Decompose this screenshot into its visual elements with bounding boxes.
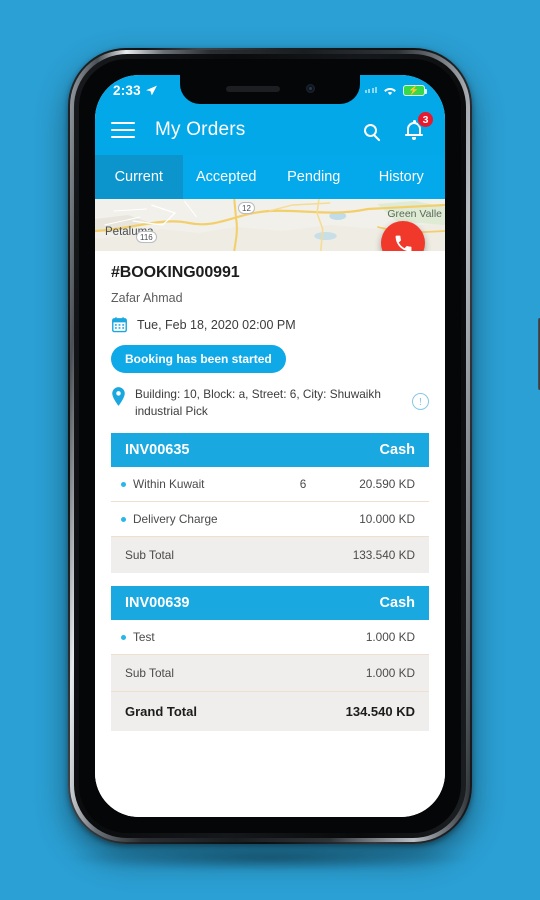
map-preview[interactable]: Petaluma Green Valle 12 116 (95, 199, 445, 251)
map-route-shield-12: 12 (238, 202, 255, 214)
phone-screen: 2:33 ⚡ My Orders 3 Current Accepted Pend… (95, 75, 445, 817)
subtotal-label: Sub Total (125, 666, 174, 680)
table-row: Test 1.000 KD (111, 620, 429, 655)
invoice-block: INV00635 Cash Within Kuwait 6 20.590 KD … (111, 433, 429, 573)
grand-total-label: Grand Total (125, 704, 197, 719)
tab-accepted[interactable]: Accepted (183, 155, 271, 199)
phone-drop-shadow (70, 845, 470, 871)
status-badge: Booking has been started (111, 345, 286, 373)
location-arrow-icon (145, 85, 157, 95)
status-bar-time: 2:33 (113, 82, 141, 98)
line-item-qty: 6 (299, 477, 307, 491)
line-item-name: Within Kuwait (133, 477, 205, 491)
subtotal-amount: 133.540 KD (352, 548, 415, 562)
map-route-shield-116: 116 (136, 231, 157, 243)
customer-name: Zafar Ahmad (111, 291, 183, 305)
status-bar-left: 2:33 (113, 83, 158, 98)
invoice-number: INV00635 (125, 442, 190, 458)
booking-id: #BOOKING00991 (111, 264, 240, 281)
invoice-header: INV00639 Cash (111, 586, 429, 620)
line-item-name: Test (133, 630, 155, 644)
line-item-amount: 1.000 KD (365, 630, 415, 644)
table-row: Delivery Charge 10.000 KD (111, 502, 429, 537)
invoice-payment-method: Cash (379, 595, 415, 611)
phone-notch (180, 75, 360, 104)
search-button[interactable] (355, 115, 385, 145)
order-detail-content: #BOOKING00991 Zafar Ahmad Tue, Feb 18, 2… (95, 251, 445, 817)
invoice-payment-method: Cash (379, 442, 415, 458)
invoice-block: INV00639 Cash Test 1.000 KD Sub Total 1.… (111, 586, 429, 731)
notifications-button[interactable]: 3 (399, 111, 434, 145)
table-row: Within Kuwait 6 20.590 KD (111, 467, 429, 502)
notification-badge: 3 (417, 111, 434, 128)
hamburger-menu-icon[interactable] (111, 121, 135, 139)
line-item-bullet-icon (121, 634, 126, 640)
search-icon (363, 123, 377, 137)
invoice-number: INV00639 (125, 595, 190, 611)
phone-bezel: 2:33 ⚡ My Orders 3 Current Accepted Pend… (79, 59, 461, 833)
info-circle-icon[interactable]: ! (412, 393, 429, 410)
tab-current[interactable]: Current (95, 155, 183, 199)
tab-history[interactable]: History (358, 155, 446, 199)
line-item-bullet-icon (121, 516, 126, 522)
calendar-icon (111, 316, 128, 333)
map-label-green-valley: Green Valle (387, 208, 442, 220)
invoice-subtotal-row: Sub Total 133.540 KD (111, 537, 429, 573)
subtotal-label: Sub Total (125, 548, 174, 562)
page-title: My Orders (155, 119, 246, 140)
invoice-header: INV00635 Cash (111, 433, 429, 467)
line-item-bullet-icon (121, 481, 126, 487)
booking-datetime-row: Tue, Feb 18, 2020 02:00 PM (111, 305, 429, 333)
subtotal-amount: 1.000 KD (365, 666, 415, 680)
invoice-subtotal-row: Sub Total 1.000 KD (111, 655, 429, 692)
tab-bar: Current Accepted Pending History (95, 155, 445, 199)
booking-address: Building: 10, Block: a, Street: 6, City:… (135, 387, 381, 418)
wifi-icon (384, 87, 396, 95)
line-item-amount: 10.000 KD (359, 512, 415, 526)
grand-total-row: Grand Total 134.540 KD (111, 692, 429, 731)
booking-address-row: Building: 10, Block: a, Street: 6, City:… (111, 373, 429, 420)
app-bar: My Orders 3 (95, 105, 445, 155)
status-bar-right: ⚡ (364, 84, 430, 97)
map-pin-icon (111, 387, 126, 406)
tab-pending[interactable]: Pending (270, 155, 358, 199)
phone-device-frame: 2:33 ⚡ My Orders 3 Current Accepted Pend… (68, 48, 540, 844)
signal-dots-icon (364, 87, 377, 93)
line-item-amount: 20.590 KD (359, 477, 415, 491)
battery-charging-icon: ⚡ (403, 84, 428, 96)
line-item-name: Delivery Charge (133, 512, 218, 526)
front-camera (305, 84, 315, 93)
earpiece-speaker (225, 85, 280, 92)
grand-total-amount: 134.540 KD (345, 704, 415, 719)
phone-call-icon (395, 235, 411, 251)
booking-datetime: Tue, Feb 18, 2020 02:00 PM (137, 317, 296, 332)
